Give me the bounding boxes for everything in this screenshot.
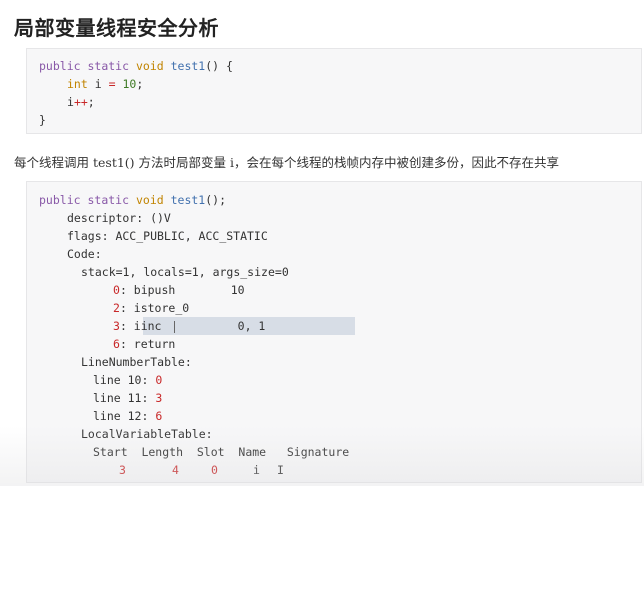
bytecode-instruction: 6: return	[113, 337, 176, 351]
localvariable-cell-name: i	[253, 463, 260, 477]
localvariable-header: Start Length Slot Name Signature	[93, 445, 350, 459]
bytecode-instruction-selected[interactable]: 3: iinc 0, 1	[113, 317, 265, 335]
localvariable-cell-signature: I	[277, 463, 284, 477]
bytecode-flags: flags: ACC_PUBLIC, ACC_STATIC	[67, 229, 268, 243]
localvariable-cell-slot: 0	[211, 463, 218, 477]
bytecode-code-label: Code:	[67, 247, 102, 261]
linenumber-row: line 12: 6	[93, 409, 163, 423]
linenumber-row: line 10: 0	[93, 373, 163, 387]
page-heading: 局部变量线程安全分析	[14, 16, 219, 40]
bytecode-linenumbertable-label: LineNumberTable:	[81, 355, 192, 369]
bytecode-descriptor: descriptor: ()V	[67, 211, 171, 225]
bytecode-instruction: 2: istore_0	[113, 301, 190, 315]
code-block-source: public static void test1() { int i = 10;…	[26, 48, 642, 134]
code-line-close: }	[39, 113, 46, 127]
bytecode-stack-line: stack=1, locals=1, args_size=0	[81, 265, 289, 279]
code-line-signature: public static void test1() {	[39, 59, 233, 73]
linenumber-row: line 11: 3	[93, 391, 163, 405]
code-line-init: int i = 10;	[67, 77, 144, 91]
bytecode-localvariabletable-label: LocalVariableTable:	[81, 427, 213, 441]
bytecode-instruction: 0: bipush 10	[113, 283, 245, 297]
localvariable-cell-start: 3	[119, 463, 126, 477]
code-line-increment: i++;	[67, 95, 95, 109]
localvariable-cell-length: 4	[172, 463, 179, 477]
code-block-bytecode: public static void test1(); descriptor: …	[26, 181, 642, 483]
text-cursor-icon	[174, 321, 175, 333]
bytecode-signature: public static void test1();	[39, 193, 227, 207]
explanation-paragraph: 每个线程调用 test1() 方法时局部变量 i，会在每个线程的栈帧内存中被创建…	[14, 155, 560, 170]
